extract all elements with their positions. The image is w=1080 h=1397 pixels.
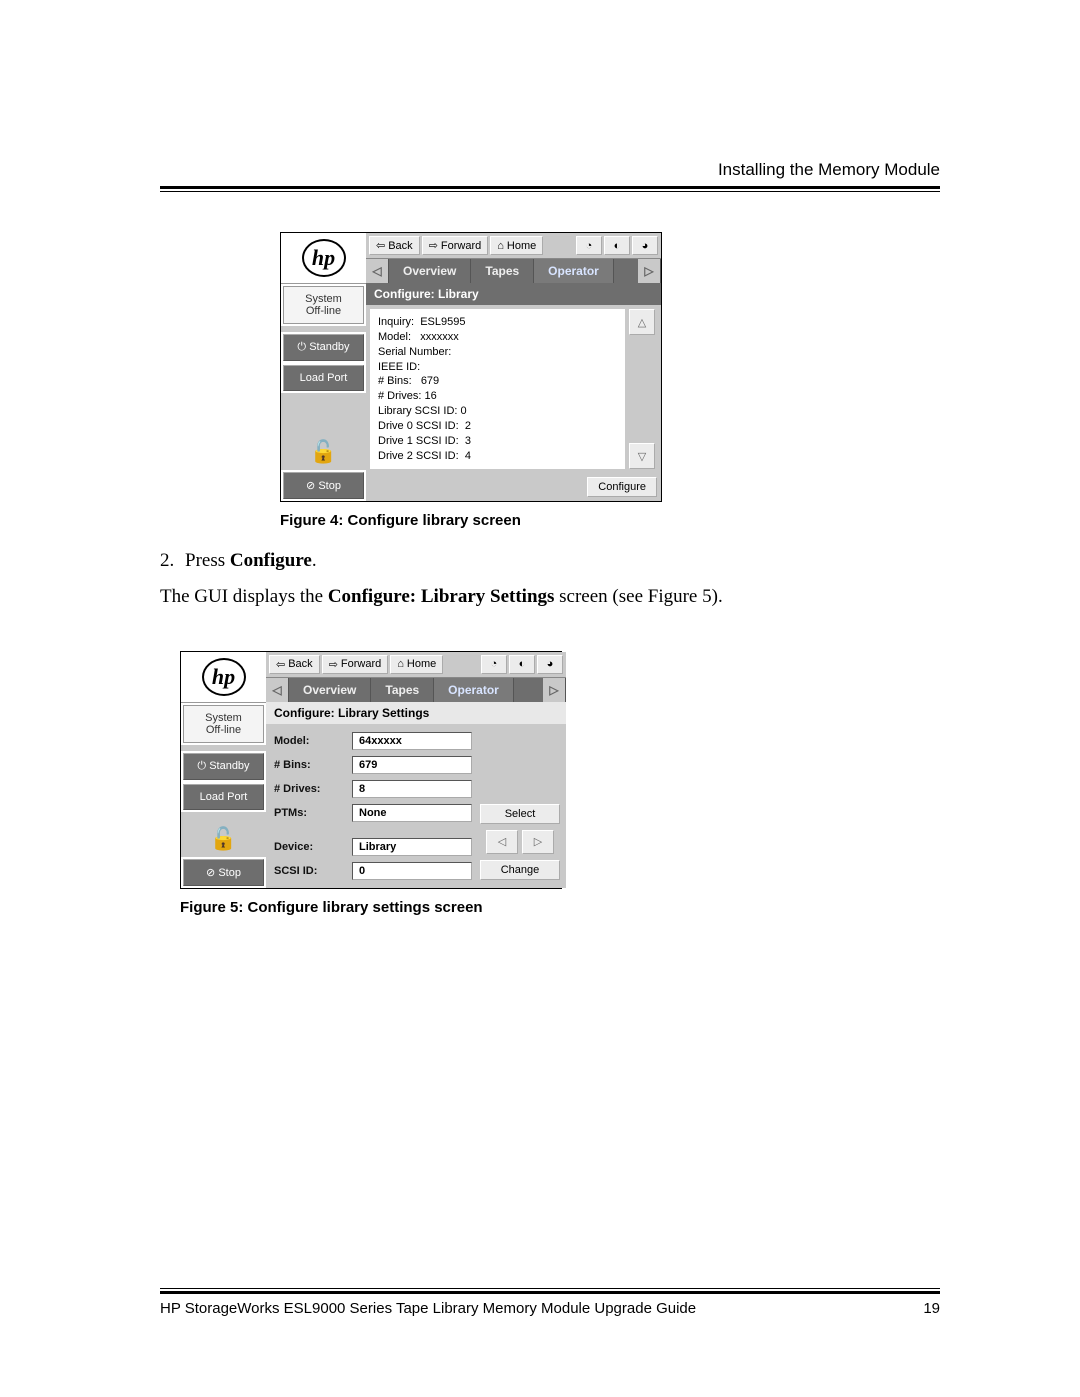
scsi-id-field[interactable]: 0: [352, 862, 472, 880]
stop-button[interactable]: ⊘ Stop: [183, 859, 264, 886]
dark-button[interactable]: ◕: [632, 236, 658, 255]
contrast-icon: ◐: [519, 658, 526, 670]
model-field[interactable]: 64xxxxx: [352, 732, 472, 750]
gui-panel-configure-library: hp System Off-line ⏻ Standby Load Port 🔓…: [280, 232, 662, 502]
footer-title: HP StorageWorks ESL9000 Series Tape Libr…: [160, 1300, 696, 1317]
toolbar: ⇦Back ⇨Forward ⌂Home ◔ ◐ ◕: [366, 233, 661, 259]
section-title: Configure: Library: [366, 283, 661, 305]
device-label: Device:: [274, 841, 346, 853]
droplet-icon: ◕: [642, 240, 649, 252]
back-arrow-icon: ⇦: [376, 239, 385, 252]
ptms-field[interactable]: None: [352, 804, 472, 822]
stop-button[interactable]: ⊘ Stop: [283, 472, 364, 499]
standby-button[interactable]: ⏻ Standby: [283, 334, 364, 361]
lock-icon: 🔓: [181, 821, 266, 857]
prev-button[interactable]: ◁: [486, 830, 518, 854]
tab-tapes[interactable]: Tapes: [471, 259, 534, 283]
hp-logo: hp: [281, 233, 366, 284]
figure-4: hp System Off-line ⏻ Standby Load Port 🔓…: [280, 232, 940, 529]
forward-button[interactable]: ⇨Forward: [422, 236, 489, 255]
tab-tapes[interactable]: Tapes: [371, 678, 434, 702]
settings-form: Model: 64xxxxx # Bins: 679 # Drives: 8 P…: [266, 724, 480, 888]
stop-icon: ⊘: [206, 867, 218, 879]
next-button[interactable]: ▷: [522, 830, 554, 854]
tab-prev[interactable]: ◁: [366, 259, 389, 283]
lock-icon: 🔓: [281, 434, 366, 470]
load-port-button[interactable]: Load Port: [283, 365, 364, 391]
load-port-button[interactable]: Load Port: [183, 784, 264, 810]
figure-5: hp System Off-line ⏻ Standby Load Port 🔓…: [180, 651, 940, 916]
droplet-icon: ◕: [547, 658, 554, 670]
bins-label: # Bins:: [274, 759, 346, 771]
home-button[interactable]: ⌂Home: [390, 655, 443, 674]
scroll-up-button[interactable]: △: [629, 309, 655, 335]
left-triangle-icon: ◁: [498, 835, 506, 848]
home-icon: ⌂: [497, 240, 504, 252]
configure-button[interactable]: Configure: [587, 477, 657, 497]
tab-next[interactable]: ▷: [543, 678, 566, 702]
page-header: Installing the Memory Module: [160, 160, 940, 180]
drives-field[interactable]: 8: [352, 780, 472, 798]
tab-prev[interactable]: ◁: [266, 678, 289, 702]
contrast-icon: ◐: [614, 240, 621, 252]
scroll-down-button[interactable]: ▽: [629, 443, 655, 469]
tab-operator[interactable]: Operator: [434, 678, 514, 702]
droplet-icon: ◔: [586, 240, 593, 252]
ptms-label: PTMs:: [274, 807, 346, 819]
section-title: Configure: Library Settings: [266, 702, 566, 724]
step-2: 2. Press Configure.: [160, 547, 940, 575]
tab-bar: ◁ Overview Tapes Operator ▷: [266, 678, 566, 702]
tab-bar: ◁ Overview Tapes Operator ▷: [366, 259, 661, 283]
page-footer: HP StorageWorks ESL9000 Series Tape Libr…: [160, 1288, 940, 1317]
device-field[interactable]: Library: [352, 838, 472, 856]
bins-field[interactable]: 679: [352, 756, 472, 774]
back-button[interactable]: ⇦Back: [269, 655, 320, 674]
droplet-icon: ◔: [491, 658, 498, 670]
power-icon: ⏻: [197, 760, 209, 772]
change-button[interactable]: Change: [480, 860, 560, 880]
stop-icon: ⊘: [306, 480, 318, 492]
forward-button[interactable]: ⇨Forward: [322, 655, 389, 674]
system-status: System Off-line: [283, 286, 364, 324]
home-button[interactable]: ⌂Home: [490, 236, 543, 255]
step-2-desc: The GUI displays the Configure: Library …: [160, 583, 940, 611]
toolbar: ⇦Back ⇨Forward ⌂Home ◔ ◐ ◕: [266, 652, 566, 678]
library-details: Inquiry: ESL9595 Model: xxxxxxx Serial N…: [370, 309, 625, 469]
back-button[interactable]: ⇦Back: [369, 236, 420, 255]
tab-overview[interactable]: Overview: [289, 678, 371, 702]
tab-operator[interactable]: Operator: [534, 259, 614, 283]
forward-arrow-icon: ⇨: [429, 239, 438, 252]
model-label: Model:: [274, 735, 346, 747]
power-icon: ⏻: [297, 341, 309, 353]
figure-4-caption: Figure 4: Configure library screen: [280, 512, 940, 529]
light-button[interactable]: ◔: [481, 655, 507, 674]
right-triangle-icon: ▷: [534, 835, 542, 848]
down-triangle-icon: ▽: [638, 450, 646, 463]
contrast-button[interactable]: ◐: [509, 655, 535, 674]
scsi-id-label: SCSI ID:: [274, 865, 346, 877]
contrast-button[interactable]: ◐: [604, 236, 630, 255]
forward-arrow-icon: ⇨: [329, 658, 338, 671]
hp-logo: hp: [181, 652, 266, 703]
gui-panel-configure-library-settings: hp System Off-line ⏻ Standby Load Port 🔓…: [180, 651, 562, 889]
back-arrow-icon: ⇦: [276, 658, 285, 671]
tab-overview[interactable]: Overview: [389, 259, 471, 283]
select-button[interactable]: Select: [480, 804, 560, 824]
up-triangle-icon: △: [638, 316, 646, 329]
drives-label: # Drives:: [274, 783, 346, 795]
home-icon: ⌂: [397, 658, 404, 670]
figure-5-caption: Figure 5: Configure library settings scr…: [180, 899, 940, 916]
standby-button[interactable]: ⏻ Standby: [183, 753, 264, 780]
light-button[interactable]: ◔: [576, 236, 602, 255]
system-status: System Off-line: [183, 705, 264, 743]
dark-button[interactable]: ◕: [537, 655, 563, 674]
tab-next[interactable]: ▷: [638, 259, 661, 283]
header-rule: [160, 186, 940, 192]
page-number: 19: [923, 1300, 940, 1317]
